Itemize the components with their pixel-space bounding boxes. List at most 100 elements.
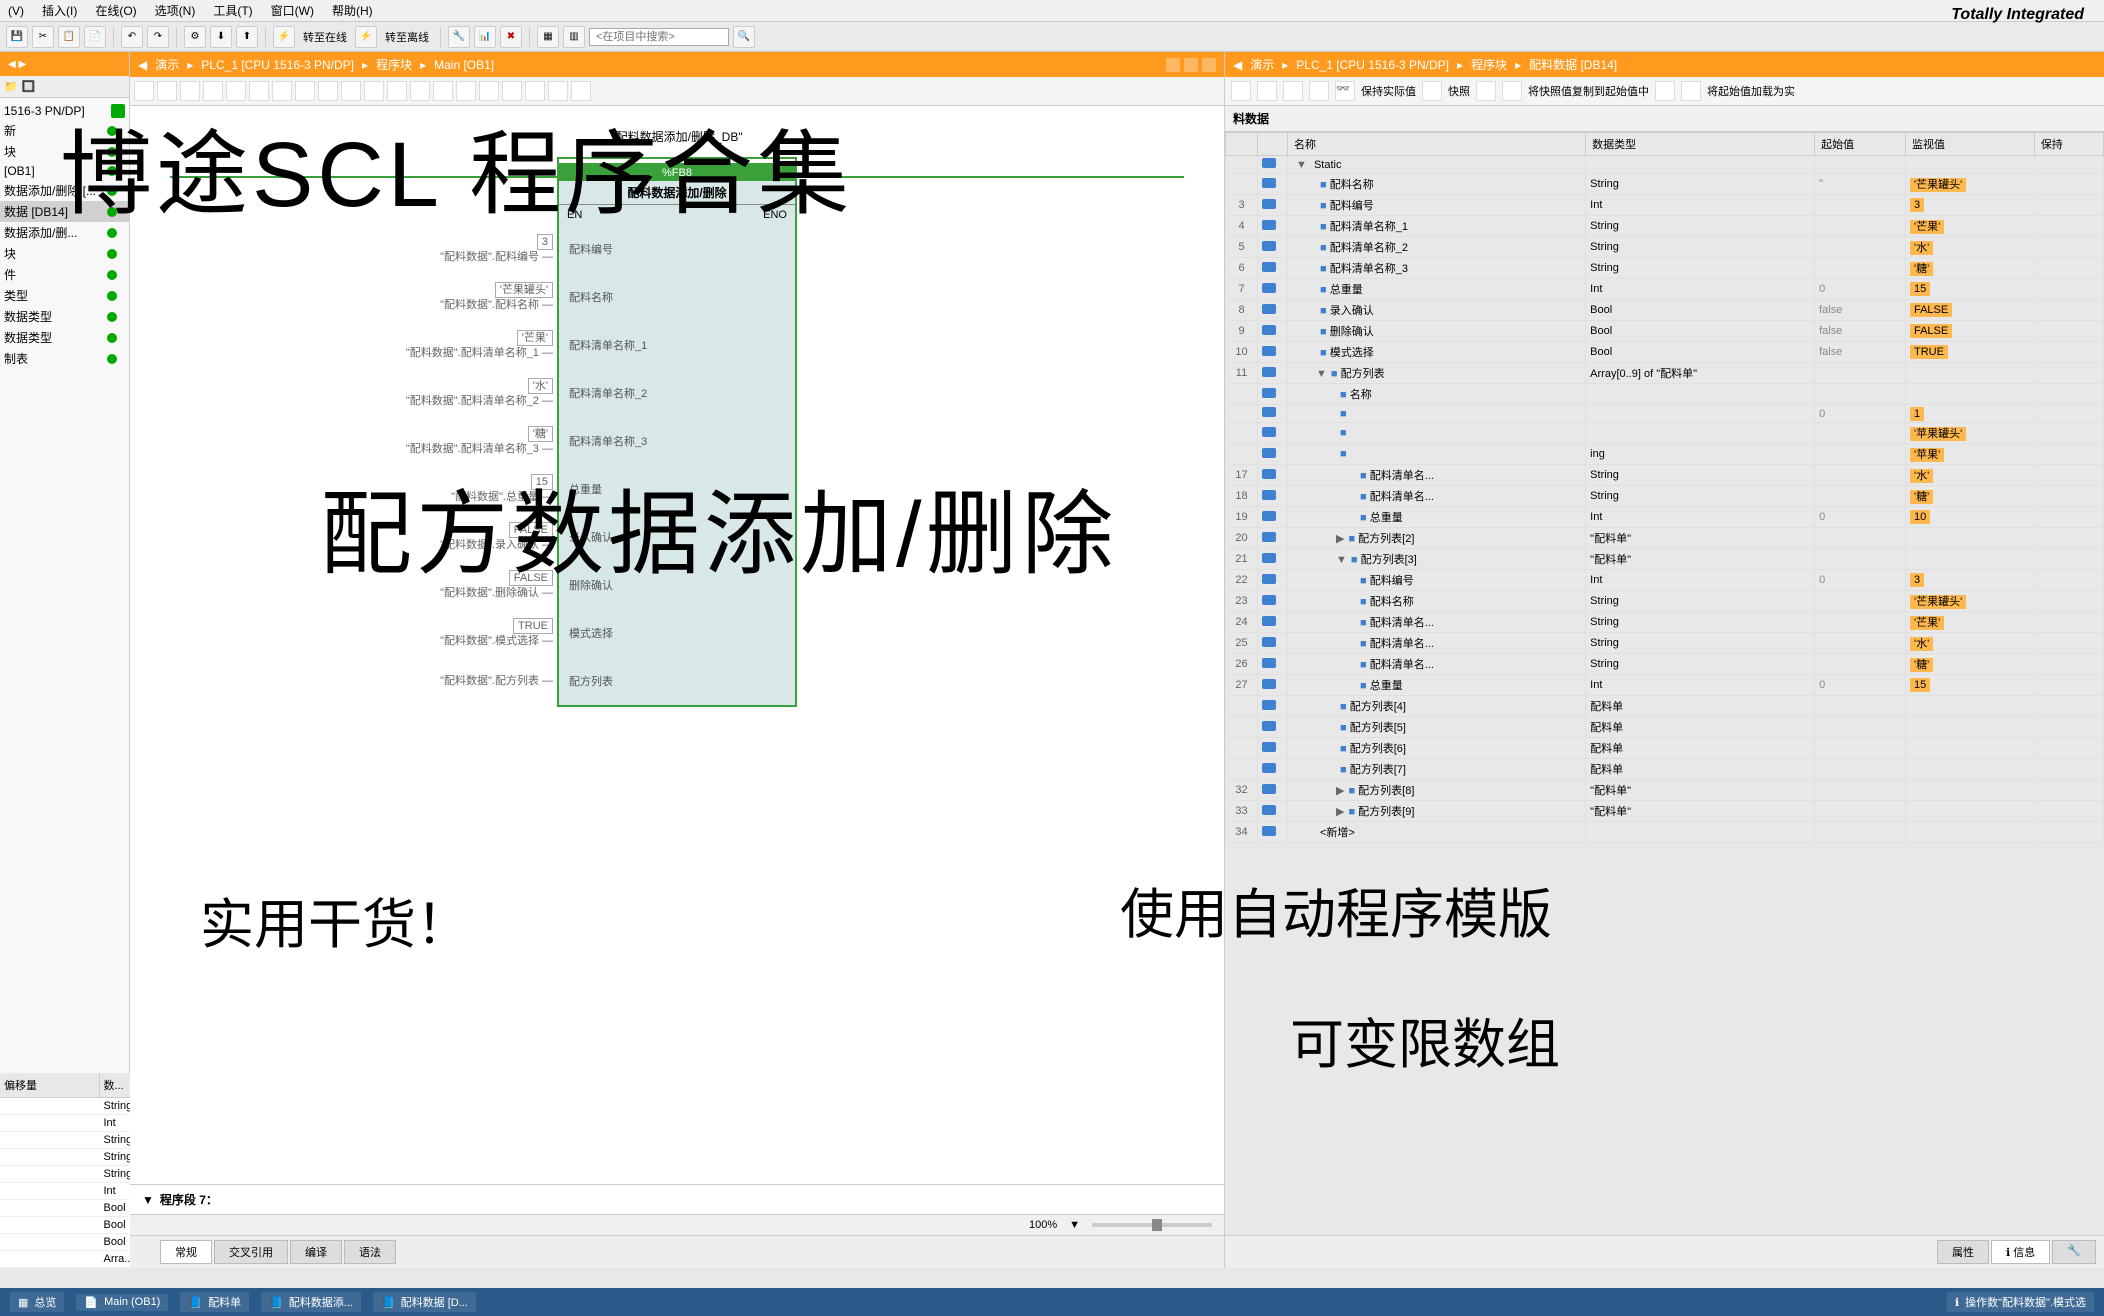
status-overview[interactable]: ▦ 总览 xyxy=(10,1292,64,1312)
monitor-icon[interactable]: 👓 xyxy=(1335,81,1355,101)
table-row[interactable]: 20▶■ 配方列表[2]"配料单" xyxy=(1226,528,2104,549)
keep-actual-label[interactable]: 保持实际值 xyxy=(1361,83,1416,99)
tree-item[interactable]: 制表 xyxy=(0,348,129,369)
search-input[interactable] xyxy=(589,28,729,46)
table-row[interactable]: 25■ 配料清单名...String'水' xyxy=(1226,633,2104,654)
tool-icon[interactable]: 📊 xyxy=(474,26,496,48)
cross-icon[interactable]: ✖ xyxy=(500,26,522,48)
tree-item[interactable]: 块 xyxy=(0,141,129,162)
table-row[interactable]: ▼ Static xyxy=(1226,156,2104,174)
tb-icon[interactable] xyxy=(571,81,591,101)
table-row[interactable]: 8■ 录入确认BoolfalseFALSE xyxy=(1226,300,2104,321)
table-row[interactable]: 23■ 配料名称String'芒果罐头' xyxy=(1226,591,2104,612)
tab-compile[interactable]: 编译 xyxy=(290,1240,342,1264)
table-row[interactable]: 26■ 配料清单名...String'糖' xyxy=(1226,654,2104,675)
tool-icon[interactable]: 🔧 xyxy=(448,26,470,48)
tb-icon[interactable] xyxy=(502,81,522,101)
offline-icon[interactable]: ⚡ xyxy=(355,26,377,48)
tb-icon[interactable] xyxy=(1655,81,1675,101)
status-item[interactable]: 📘 配料数据 [D... xyxy=(373,1292,476,1312)
go-offline-label[interactable]: 转至离线 xyxy=(385,29,429,45)
table-row[interactable]: 5■ 配料清单名称_2String'水' xyxy=(1226,237,2104,258)
tree-tool-icon[interactable]: 🔲 xyxy=(22,80,36,93)
undo-icon[interactable]: ↶ xyxy=(121,26,143,48)
tb-icon[interactable] xyxy=(203,81,223,101)
tb-icon[interactable] xyxy=(295,81,315,101)
table-row[interactable]: 33▶■ 配方列表[9]"配料单" xyxy=(1226,801,2104,822)
go-online-label[interactable]: 转至在线 xyxy=(303,29,347,45)
table-row[interactable]: 34 <新增> xyxy=(1226,822,2104,843)
snapshot-label[interactable]: 快照 xyxy=(1448,83,1470,99)
table-row[interactable]: 9■ 删除确认BoolfalseFALSE xyxy=(1226,321,2104,342)
tb-icon[interactable] xyxy=(226,81,246,101)
tree-item[interactable]: 数据添加/删... xyxy=(0,222,129,243)
nav-back-icon[interactable]: ◀ xyxy=(1233,58,1242,72)
tb-icon[interactable] xyxy=(157,81,177,101)
table-row[interactable]: ■ 配方列表[7]配料单 xyxy=(1226,759,2104,780)
col-monitor[interactable]: 监视值 xyxy=(1905,133,2034,156)
nav-back-icon[interactable]: ◀ xyxy=(138,58,147,72)
maximize-icon[interactable] xyxy=(1184,58,1198,72)
table-row[interactable]: ■ 配料名称String'''芒果罐头' xyxy=(1226,174,2104,195)
table-row[interactable]: ■ 01 xyxy=(1226,405,2104,423)
zoom-dropdown-icon[interactable]: ▼ xyxy=(1069,1219,1080,1231)
tb-icon[interactable] xyxy=(1283,81,1303,101)
compile-icon[interactable]: ⚙ xyxy=(184,26,206,48)
table-row[interactable]: ■ '苹果罐头' xyxy=(1226,423,2104,444)
tab-general[interactable]: 常规 xyxy=(160,1240,212,1264)
fb-input[interactable]: FALSE"配料数据".录入确认 —录入确认 xyxy=(559,513,795,561)
table-row[interactable]: 17■ 配料清单名...String'水' xyxy=(1226,465,2104,486)
col-start[interactable]: 起始值 xyxy=(1815,133,1906,156)
table-row[interactable]: 19■ 总重量Int010 xyxy=(1226,507,2104,528)
table-row[interactable]: ■ 配方列表[4]配料单 xyxy=(1226,696,2104,717)
tree-item[interactable]: 类型 xyxy=(0,285,129,306)
tree-item[interactable]: 块 xyxy=(0,243,129,264)
col-type[interactable]: 数据类型 xyxy=(1586,133,1815,156)
tb-icon[interactable] xyxy=(180,81,200,101)
menu-item[interactable]: (V) xyxy=(8,4,24,18)
fb-input[interactable]: 15"配料数据".总重量 —总重量 xyxy=(559,465,795,513)
table-row[interactable]: 3■ 配料编号Int3 xyxy=(1226,195,2104,216)
fb-input[interactable]: 3"配料数据".配料编号 —配料编号 xyxy=(559,225,795,273)
paste-icon[interactable]: 📄 xyxy=(84,26,106,48)
status-item[interactable]: 📄 Main (OB1) xyxy=(76,1294,168,1311)
minimize-icon[interactable] xyxy=(1166,58,1180,72)
redo-icon[interactable]: ↷ xyxy=(147,26,169,48)
fbd-canvas[interactable]: "配料数据添加/删除_DB" %FB8 配料数据添加/删除 EN ENO 3"配… xyxy=(130,106,1224,1184)
table-row[interactable]: 27■ 总重量Int015 xyxy=(1226,675,2104,696)
tab-diag[interactable]: 🔧 xyxy=(2052,1240,2096,1264)
menu-item[interactable]: 帮助(H) xyxy=(332,2,373,19)
tb-icon[interactable] xyxy=(387,81,407,101)
tab-syntax[interactable]: 语法 xyxy=(344,1240,396,1264)
tool-icon[interactable]: ✂ xyxy=(32,26,54,48)
fb-input[interactable]: '芒果罐头'"配料数据".配料名称 —配料名称 xyxy=(559,273,795,321)
tb-icon[interactable] xyxy=(1422,81,1442,101)
table-row[interactable]: ■ ing'苹果' xyxy=(1226,444,2104,465)
save-icon[interactable]: 💾 xyxy=(6,26,28,48)
tree-device[interactable]: 1516-3 PN/DP] xyxy=(0,102,129,120)
tb-icon[interactable] xyxy=(410,81,430,101)
table-row[interactable]: 7■ 总重量Int015 xyxy=(1226,279,2104,300)
zoom-value[interactable]: 100% xyxy=(1029,1219,1057,1231)
layout-icon[interactable]: ▥ xyxy=(563,26,585,48)
tb-icon[interactable] xyxy=(548,81,568,101)
tab-info[interactable]: ℹ 信息 xyxy=(1991,1240,2050,1264)
copy-snap-label[interactable]: 将快照值复制到起始值中 xyxy=(1528,83,1649,99)
fb-input[interactable]: FALSE"配料数据".删除确认 —删除确认 xyxy=(559,561,795,609)
tree-item[interactable]: 件 xyxy=(0,264,129,285)
tb-icon[interactable] xyxy=(1476,81,1496,101)
table-row[interactable]: 4■ 配料清单名称_1String'芒果' xyxy=(1226,216,2104,237)
tree-item[interactable]: 数据 [DB14] xyxy=(0,201,129,222)
tb-icon[interactable] xyxy=(1231,81,1251,101)
tb-icon[interactable] xyxy=(525,81,545,101)
table-row[interactable]: ■ 配方列表[6]配料单 xyxy=(1226,738,2104,759)
tree-item[interactable]: 数据添加/删除 [... xyxy=(0,180,129,201)
table-row[interactable]: 21▼■ 配方列表[3]"配料单" xyxy=(1226,549,2104,570)
online-icon[interactable]: ⚡ xyxy=(273,26,295,48)
table-row[interactable]: 11▼■ 配方列表Array[0..9] of "配料单" xyxy=(1226,363,2104,384)
fb-input[interactable]: '糖'"配料数据".配料清单名称_3 —配料清单名称_3 xyxy=(559,417,795,465)
tb-icon[interactable] xyxy=(318,81,338,101)
tb-icon[interactable] xyxy=(1257,81,1277,101)
fb-input[interactable]: '水'"配料数据".配料清单名称_2 —配料清单名称_2 xyxy=(559,369,795,417)
tree-item[interactable]: 新 xyxy=(0,120,129,141)
